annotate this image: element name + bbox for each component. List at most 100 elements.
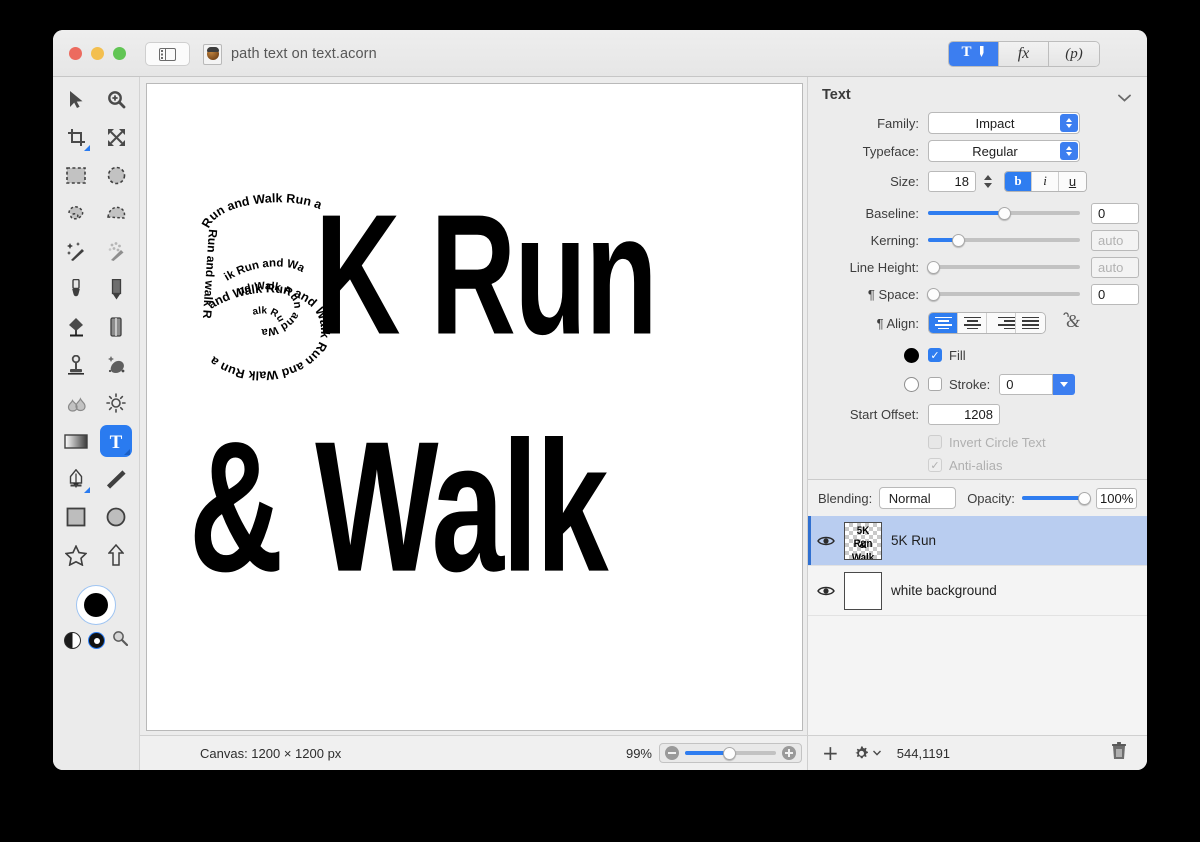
zoom-in-icon[interactable] [782,746,796,760]
move-tool[interactable] [60,83,92,115]
baseline-input[interactable]: 0 [1091,202,1139,224]
minimize-button[interactable] [91,47,104,60]
ring-swatch[interactable] [88,632,105,649]
chevron-down-icon[interactable] [1118,89,1131,102]
ellipse-tool[interactable] [100,501,132,533]
zoom-out-icon[interactable] [665,746,679,760]
magic-wand-tool[interactable] [60,235,92,267]
layer-row[interactable]: white background [808,566,1147,616]
tool-inspector-tab[interactable]: T [949,42,999,66]
polygon-lasso-tool[interactable] [100,197,132,229]
half-tone-swatch[interactable] [64,632,81,649]
line-tool[interactable] [100,463,132,495]
svg-text:T: T [110,432,123,452]
layer-name[interactable]: white background [891,583,997,598]
zoom-control[interactable] [659,743,802,763]
artwork[interactable]: Run and Walk Run and Walk Run and walk R… [147,84,802,730]
transform-tool[interactable] [100,121,132,153]
blending-mode-select[interactable]: Normal [879,487,957,509]
canvas-scroll-pane[interactable]: Run and Walk Run and Walk Run and walk R… [146,83,803,731]
text-tool[interactable]: T [100,425,132,457]
rectangle-tool[interactable] [60,501,92,533]
zoom-slider[interactable] [685,745,776,761]
bold-button[interactable]: b [1005,171,1032,191]
eraser-tool[interactable] [100,311,132,343]
paragraph-space-label: ¶ Space: [867,286,919,302]
filters-tab[interactable]: fx [999,42,1049,66]
italic-button[interactable]: i [1032,171,1059,191]
canvas-status-bar: Canvas: 1200 × 1200 px 99% [140,735,807,770]
opacity-slider[interactable] [1021,490,1092,506]
font-family-value: Impact [975,115,1015,131]
brush-tool[interactable] [60,273,92,305]
rectangular-marquee-tool[interactable] [60,159,92,191]
kerning-slider[interactable] [928,232,1080,248]
clone-stamp-tool[interactable] [60,349,92,381]
kerning-label: Kerning: [870,232,919,248]
align-justify-button[interactable] [1016,313,1045,333]
close-button[interactable] [69,47,82,60]
pencil-tool[interactable] [100,273,132,305]
layer-thumbnail-line-2: & Walk [851,538,875,560]
font-family-select[interactable]: Impact [928,112,1080,134]
stroke-width-input[interactable]: 0 [999,373,1054,395]
stroke-checkbox[interactable] [928,377,942,391]
arrow-tool[interactable] [100,539,132,571]
paint-bucket-tool[interactable] [60,311,92,343]
layer-visibility-icon[interactable] [816,585,835,597]
foreground-color-well[interactable] [76,585,116,625]
underline-button[interactable]: u [1059,171,1086,191]
zoom-tool[interactable] [100,83,132,115]
layers-panel: Blending: Normal Opacity: 100% 5K Run & … [808,479,1147,735]
paragraph-space-input[interactable]: 0 [1091,283,1139,305]
font-size-input[interactable]: 18 [928,170,976,192]
font-size-stepper[interactable] [982,174,994,188]
stroke-color-radio[interactable] [904,376,919,392]
align-right-button[interactable] [987,313,1016,333]
line-height-input[interactable]: auto [1091,256,1139,278]
family-stepper-icon[interactable] [1060,114,1078,132]
sidebar-toggle-button[interactable] [145,42,190,66]
smudge-tool[interactable] [100,349,132,381]
layer-visibility-icon[interactable] [816,535,835,547]
ampersand-ligature-icon[interactable]: & [1062,311,1084,336]
typeface-select[interactable]: Regular [928,140,1080,162]
zoom-button[interactable] [113,47,126,60]
baseline-slider[interactable] [928,205,1080,221]
fill-color-radio[interactable] [904,347,919,363]
elliptical-marquee-tool[interactable] [100,159,132,191]
kerning-input[interactable]: auto [1091,229,1139,251]
palettes-tab[interactable]: (p) [1049,42,1099,66]
start-offset-input[interactable]: 1208 [928,403,1000,425]
layer-name[interactable]: 5K Run [891,533,936,548]
crop-tool[interactable] [60,121,92,153]
paragraph-space-slider[interactable] [927,286,1080,302]
add-layer-button[interactable]: + [822,743,839,763]
lasso-tool[interactable] [60,197,92,229]
blending-mode-value: Normal [888,490,931,506]
gradient-tool[interactable] [60,425,92,457]
svg-text:Run and Walk Run and Walk: Run and Walk Run and Walk [187,189,325,230]
layer-row[interactable]: 5K Run & Walk 5K Run [808,516,1147,566]
dodge-tool[interactable] [100,387,132,419]
magnifier-icon[interactable] [112,630,129,651]
artwork-line-1: K Run [315,178,658,370]
delete-layer-button[interactable] [1111,741,1127,765]
zoom-percent-label: 99% [625,745,652,761]
blur-tool[interactable] [60,387,92,419]
bezier-pen-tool[interactable] [60,463,92,495]
align-center-button[interactable] [958,313,987,333]
line-height-slider[interactable] [927,259,1080,275]
layer-thumbnail: 5K Run & Walk [844,521,882,560]
typeface-stepper-icon[interactable] [1060,142,1078,160]
tool-palette: T [53,77,140,770]
fill-checkbox[interactable] [928,348,942,362]
layer-settings-button[interactable] [853,745,881,762]
star-tool[interactable] [60,539,92,571]
stroke-options-dropdown[interactable] [1053,373,1076,395]
opacity-input[interactable]: 100% [1096,487,1138,509]
invert-circle-text-checkbox [928,435,942,449]
align-left-button[interactable] [929,313,958,333]
typeface-value: Regular [972,143,1018,159]
instant-alpha-tool[interactable] [100,235,132,267]
